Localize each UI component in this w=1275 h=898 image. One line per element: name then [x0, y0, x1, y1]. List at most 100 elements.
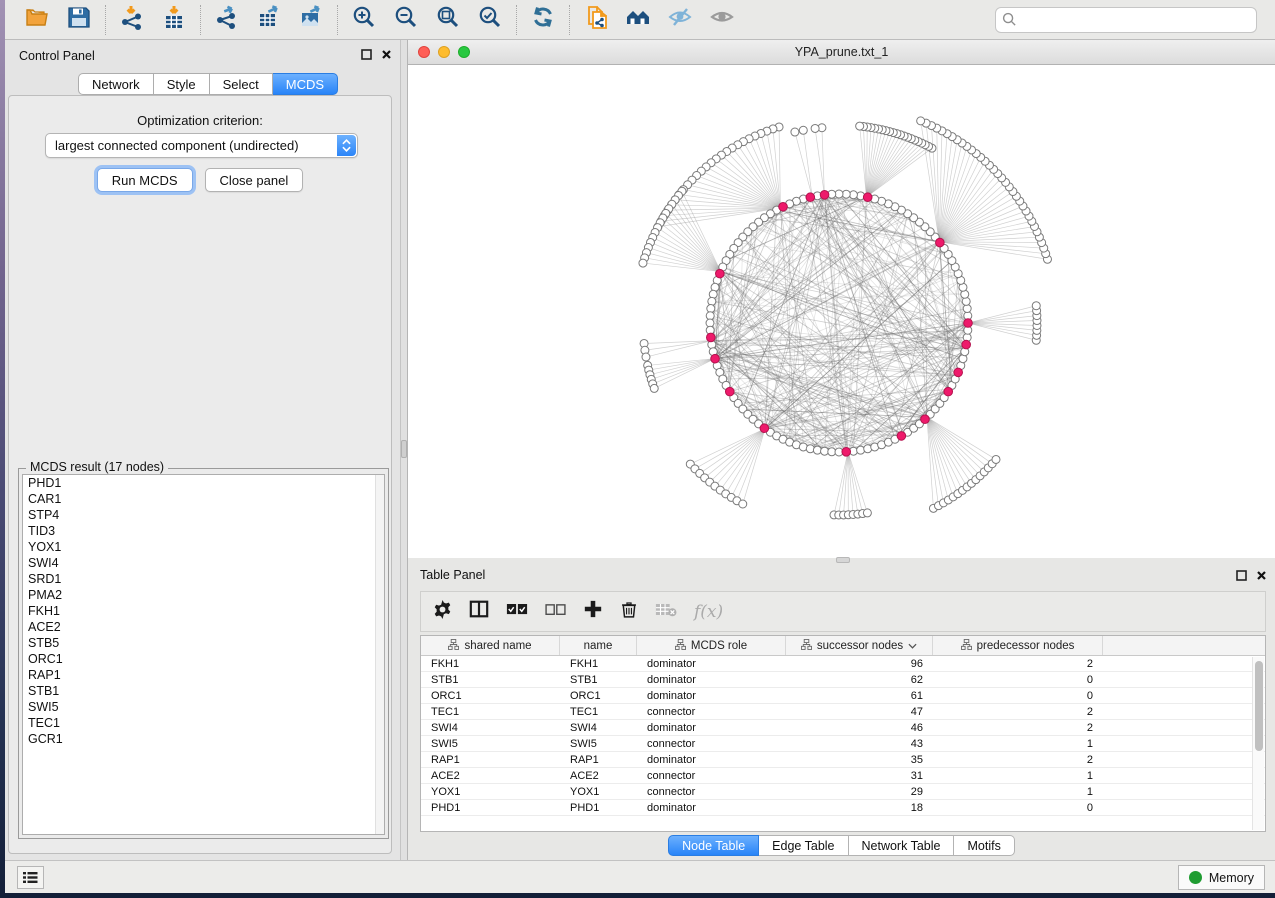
delete-table-button[interactable]	[655, 601, 677, 623]
graph-node-mcds[interactable]	[842, 447, 851, 456]
deselect-all-button[interactable]	[545, 603, 566, 621]
mcds-result-item[interactable]: YOX1	[23, 539, 384, 555]
mcds-result-item[interactable]: STB1	[23, 683, 384, 699]
tab-edge-table[interactable]: Edge Table	[759, 835, 848, 856]
network-canvas[interactable]	[408, 65, 1275, 558]
table-row[interactable]: FKH1FKH1dominator962	[421, 656, 1265, 672]
column-header-predecessor-nodes[interactable]: predecessor nodes	[933, 636, 1103, 655]
column-header-MCDS-role[interactable]: MCDS role	[637, 636, 786, 655]
table-row[interactable]: ACE2ACE2connector311	[421, 768, 1265, 784]
zoom-fit-button[interactable]	[430, 4, 466, 36]
close-panel-button[interactable]: Close panel	[205, 168, 304, 192]
mcds-result-item[interactable]: STP4	[23, 507, 384, 523]
table-row[interactable]: PHD1PHD1dominator180	[421, 800, 1265, 816]
mcds-list-scrollbar[interactable]	[375, 475, 384, 834]
column-header-shared-name[interactable]: shared name	[421, 636, 560, 655]
copy-network-button[interactable]	[578, 4, 614, 36]
mcds-result-item[interactable]: SWI5	[23, 699, 384, 715]
search-input[interactable]	[995, 7, 1257, 33]
export-image-button[interactable]	[293, 4, 329, 36]
mcds-result-item[interactable]: ACE2	[23, 619, 384, 635]
graph-node[interactable]	[917, 117, 925, 125]
graph-node[interactable]	[992, 455, 1000, 463]
hide-selected-button[interactable]	[662, 4, 698, 36]
graph-node-mcds[interactable]	[716, 269, 725, 278]
table-row[interactable]: YOX1YOX1connector291	[421, 784, 1265, 800]
mcds-result-item[interactable]: PHD1	[23, 475, 384, 491]
graph-node[interactable]	[791, 128, 799, 136]
graph-node-mcds[interactable]	[964, 319, 973, 328]
zoom-selected-button[interactable]	[472, 4, 508, 36]
graph-node[interactable]	[799, 126, 807, 134]
mcds-result-item[interactable]: TEC1	[23, 715, 384, 731]
function-button[interactable]: f(x)	[694, 602, 723, 622]
tab-node-table[interactable]: Node Table	[668, 835, 759, 856]
network-graph[interactable]	[408, 65, 1275, 558]
vertical-splitter-handle[interactable]	[401, 440, 407, 458]
graph-node-mcds[interactable]	[711, 354, 720, 363]
mcds-result-item[interactable]: CAR1	[23, 491, 384, 507]
graph-node-mcds[interactable]	[707, 333, 716, 342]
mcds-result-item[interactable]: STB5	[23, 635, 384, 651]
mcds-result-list[interactable]: PHD1CAR1STP4TID3YOX1SWI4SRD1PMA2FKH1ACE2…	[22, 474, 385, 835]
graph-node[interactable]	[811, 124, 819, 132]
table-scrollbar-thumb[interactable]	[1255, 661, 1263, 751]
graph-node-mcds[interactable]	[954, 368, 963, 377]
table-row[interactable]: TEC1TEC1connector472	[421, 704, 1265, 720]
refresh-button[interactable]	[525, 4, 561, 36]
column-header-name[interactable]: name	[560, 636, 637, 655]
mcds-result-item[interactable]: ORC1	[23, 651, 384, 667]
graph-node-mcds[interactable]	[863, 193, 872, 202]
mcds-result-item[interactable]: SWI4	[23, 555, 384, 571]
import-network-button[interactable]	[114, 4, 150, 36]
task-history-button[interactable]	[17, 866, 44, 889]
graph-node[interactable]	[739, 500, 747, 508]
graph-node-mcds[interactable]	[779, 202, 788, 211]
graph-node[interactable]	[709, 290, 717, 298]
graph-node-mcds[interactable]	[760, 424, 769, 433]
show-all-button[interactable]	[704, 4, 740, 36]
vertical-splitter[interactable]	[400, 40, 408, 860]
select-all-button[interactable]	[506, 603, 528, 621]
table-row[interactable]: SWI5SWI5connector431	[421, 736, 1265, 752]
memory-button[interactable]: Memory	[1178, 865, 1265, 890]
table-row[interactable]: ORC1ORC1dominator610	[421, 688, 1265, 704]
tab-mcds[interactable]: MCDS	[273, 73, 338, 95]
graph-node[interactable]	[962, 297, 970, 305]
table-scrollbar[interactable]	[1252, 657, 1264, 830]
tab-select[interactable]: Select	[210, 73, 273, 95]
delete-column-button[interactable]	[620, 600, 638, 624]
float-panel-icon[interactable]	[360, 48, 372, 60]
node-table[interactable]: shared namenameMCDS rolesuccessor nodesp…	[420, 635, 1266, 832]
column-button[interactable]	[469, 599, 489, 624]
graph-node[interactable]	[639, 259, 647, 267]
mcds-result-item[interactable]: GCR1	[23, 731, 384, 747]
graph-node[interactable]	[642, 353, 650, 361]
column-header-successor-nodes[interactable]: successor nodes	[786, 636, 933, 655]
horizontal-splitter-handle[interactable]	[836, 557, 850, 563]
table-row[interactable]: STB1STB1dominator620	[421, 672, 1265, 688]
tab-motifs[interactable]: Motifs	[954, 835, 1014, 856]
graph-node-mcds[interactable]	[806, 193, 815, 202]
float-table-panel-icon[interactable]	[1235, 569, 1247, 581]
graph-node-mcds[interactable]	[820, 191, 829, 200]
mcds-result-item[interactable]: PMA2	[23, 587, 384, 603]
mcds-result-item[interactable]: SRD1	[23, 571, 384, 587]
graph-node-mcds[interactable]	[936, 238, 945, 247]
import-table-button[interactable]	[156, 4, 192, 36]
first-neighbors-button[interactable]	[620, 4, 656, 36]
mcds-result-item[interactable]: TID3	[23, 523, 384, 539]
graph-node-mcds[interactable]	[921, 415, 930, 424]
graph-node[interactable]	[650, 384, 658, 392]
close-panel-icon[interactable]	[380, 48, 392, 60]
zoom-out-button[interactable]	[388, 4, 424, 36]
tab-network-table[interactable]: Network Table	[849, 835, 955, 856]
table-row[interactable]: RAP1RAP1dominator352	[421, 752, 1265, 768]
export-network-button[interactable]	[209, 4, 245, 36]
table-row[interactable]: SWI4SWI4dominator462	[421, 720, 1265, 736]
graph-node[interactable]	[806, 445, 814, 453]
mcds-result-item[interactable]: FKH1	[23, 603, 384, 619]
graph-node-mcds[interactable]	[944, 387, 953, 396]
gear-button[interactable]	[433, 600, 452, 624]
graph-node[interactable]	[1032, 302, 1040, 310]
